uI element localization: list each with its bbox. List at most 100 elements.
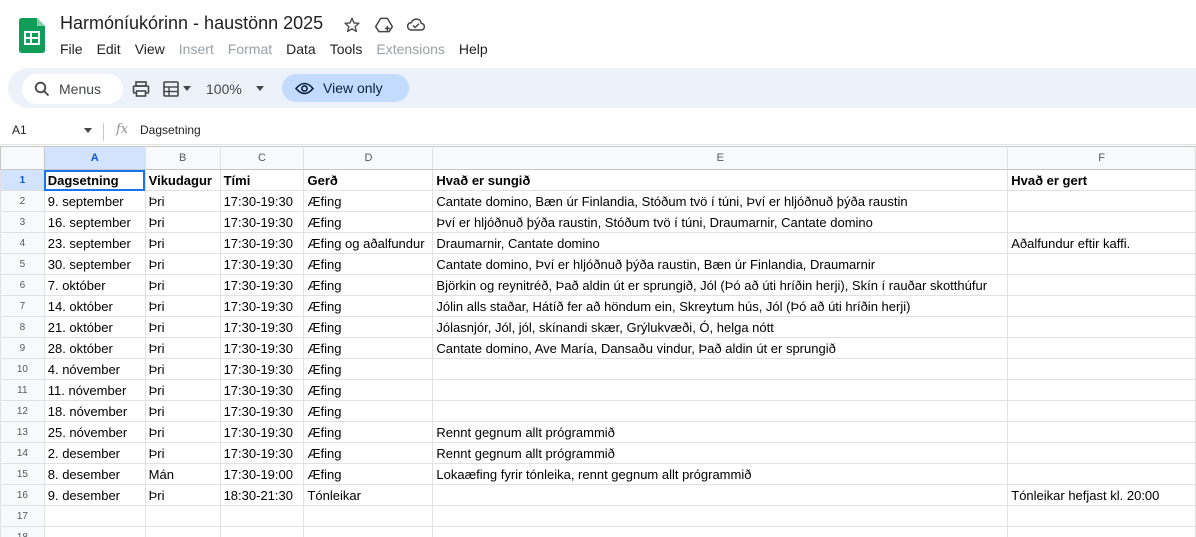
cell-c1[interactable]: Tími — [219, 169, 305, 191]
row-header[interactable]: 3 — [0, 211, 45, 233]
cell-b13[interactable]: Þri — [144, 421, 221, 443]
row-header[interactable]: 8 — [0, 316, 45, 338]
cell-b8[interactable]: Þri — [144, 316, 221, 338]
cell-a15[interactable]: 8. desember — [43, 463, 146, 485]
cell-f12[interactable] — [1007, 400, 1196, 422]
cell-d9[interactable]: Æfing — [303, 337, 434, 359]
cell-f1[interactable]: Hvað er gert — [1007, 169, 1196, 191]
column-header-e[interactable]: E — [432, 146, 1009, 170]
cell-a7[interactable]: 14. október — [43, 295, 146, 317]
move-to-drive-icon[interactable] — [374, 15, 394, 35]
cell-c10[interactable]: 17:30-19:30 — [219, 358, 305, 380]
cell-b6[interactable]: Þri — [144, 274, 221, 296]
row-header[interactable]: 4 — [0, 232, 45, 254]
cell-b10[interactable]: Þri — [144, 358, 221, 380]
cell-c8[interactable]: 17:30-19:30 — [219, 316, 305, 338]
cell-e7[interactable]: Jólin alls staðar, Hátíð fer að höndum e… — [432, 295, 1009, 317]
cell-e6[interactable]: Björkin og reynitréð, Það aldin út er sp… — [432, 274, 1009, 296]
menu-item-view[interactable]: View — [128, 40, 172, 58]
cell-d15[interactable]: Æfing — [303, 463, 434, 485]
cell-e11[interactable] — [432, 379, 1009, 401]
cell-b2[interactable]: Þri — [144, 190, 221, 212]
row-header[interactable]: 2 — [0, 190, 45, 212]
cell-f3[interactable] — [1007, 211, 1196, 233]
menu-item-edit[interactable]: Edit — [90, 40, 128, 58]
cell-c7[interactable]: 17:30-19:30 — [219, 295, 305, 317]
cell-e17[interactable] — [432, 505, 1009, 527]
cell-e1[interactable]: Hvað er sungið — [432, 169, 1009, 191]
cell-d13[interactable]: Æfing — [303, 421, 434, 443]
cell-e4[interactable]: Draumarnir, Cantate domino — [432, 232, 1009, 254]
chevron-down-icon[interactable] — [84, 128, 92, 133]
cell-d5[interactable]: Æfing — [303, 253, 434, 275]
cell-d3[interactable]: Æfing — [303, 211, 434, 233]
cell-b1[interactable]: Vikudagur — [144, 169, 221, 191]
cell-f9[interactable] — [1007, 337, 1196, 359]
cell-b17[interactable] — [144, 505, 221, 527]
cell-a6[interactable]: 7. október — [43, 274, 146, 296]
cell-e15[interactable]: Lokaæfing fyrir tónleika, rennt gegnum a… — [432, 463, 1009, 485]
menu-item-file[interactable]: File — [53, 40, 90, 58]
cell-c4[interactable]: 17:30-19:30 — [219, 232, 305, 254]
zoom-select[interactable]: 100% — [206, 81, 242, 97]
column-header-b[interactable]: B — [144, 146, 221, 170]
cell-a11[interactable]: 11. nóvember — [43, 379, 146, 401]
row-header[interactable]: 18 — [0, 526, 45, 537]
cell-f4[interactable]: Aðalfundur eftir kaffi. — [1007, 232, 1196, 254]
cell-c14[interactable]: 17:30-19:30 — [219, 442, 305, 464]
cell-e12[interactable] — [432, 400, 1009, 422]
select-all-corner[interactable] — [0, 146, 45, 170]
star-icon[interactable] — [342, 15, 362, 35]
cell-d14[interactable]: Æfing — [303, 442, 434, 464]
cell-f13[interactable] — [1007, 421, 1196, 443]
row-header[interactable]: 14 — [0, 442, 45, 464]
cell-a18[interactable] — [43, 526, 146, 537]
cell-a1[interactable]: Dagsetning — [43, 169, 146, 191]
cell-d10[interactable]: Æfing — [303, 358, 434, 380]
cell-d11[interactable]: Æfing — [303, 379, 434, 401]
cell-d8[interactable]: Æfing — [303, 316, 434, 338]
column-header-c[interactable]: C — [219, 146, 305, 170]
cell-e9[interactable]: Cantate domino, Ave María, Dansaðu vindu… — [432, 337, 1009, 359]
row-header[interactable]: 15 — [0, 463, 45, 485]
cell-e3[interactable]: Því er hljóðnuð þýða raustin, Stóðum tvö… — [432, 211, 1009, 233]
document-title[interactable]: Harmóníukórinn - haustönn 2025 — [60, 13, 323, 34]
cell-d16[interactable]: Tónleikar — [303, 484, 434, 506]
cell-e18[interactable] — [432, 526, 1009, 537]
row-header[interactable]: 12 — [0, 400, 45, 422]
view-only-button[interactable]: View only — [282, 74, 409, 102]
cell-b7[interactable]: Þri — [144, 295, 221, 317]
cell-a4[interactable]: 23. september — [43, 232, 146, 254]
chevron-down-icon[interactable] — [256, 86, 264, 91]
chevron-down-icon[interactable] — [183, 86, 191, 91]
cell-b12[interactable]: Þri — [144, 400, 221, 422]
row-header[interactable]: 1 — [0, 169, 45, 191]
cell-a13[interactable]: 25. nóvember — [43, 421, 146, 443]
cell-e8[interactable]: Jólasnjór, Jól, jól, skínandi skær, Grýl… — [432, 316, 1009, 338]
row-header[interactable]: 7 — [0, 295, 45, 317]
cell-e14[interactable]: Rennt gegnum allt prógrammið — [432, 442, 1009, 464]
cell-d4[interactable]: Æfing og aðalfundur — [303, 232, 434, 254]
cell-e16[interactable] — [432, 484, 1009, 506]
cell-b14[interactable]: Þri — [144, 442, 221, 464]
row-header[interactable]: 13 — [0, 421, 45, 443]
cell-c11[interactable]: 17:30-19:30 — [219, 379, 305, 401]
cell-e13[interactable]: Rennt gegnum allt prógrammið — [432, 421, 1009, 443]
cell-f6[interactable] — [1007, 274, 1196, 296]
cell-b16[interactable]: Þri — [144, 484, 221, 506]
cell-d6[interactable]: Æfing — [303, 274, 434, 296]
cell-a2[interactable]: 9. september — [43, 190, 146, 212]
cell-c16[interactable]: 18:30-21:30 — [219, 484, 305, 506]
cell-b18[interactable] — [144, 526, 221, 537]
row-header[interactable]: 10 — [0, 358, 45, 380]
row-header[interactable]: 6 — [0, 274, 45, 296]
cell-f11[interactable] — [1007, 379, 1196, 401]
cell-d7[interactable]: Æfing — [303, 295, 434, 317]
cell-a12[interactable]: 18. nóvember — [43, 400, 146, 422]
name-box[interactable]: A1 — [12, 123, 27, 137]
cell-a8[interactable]: 21. október — [43, 316, 146, 338]
cell-c3[interactable]: 17:30-19:30 — [219, 211, 305, 233]
cell-b3[interactable]: Þri — [144, 211, 221, 233]
cell-f8[interactable] — [1007, 316, 1196, 338]
cell-d12[interactable]: Æfing — [303, 400, 434, 422]
